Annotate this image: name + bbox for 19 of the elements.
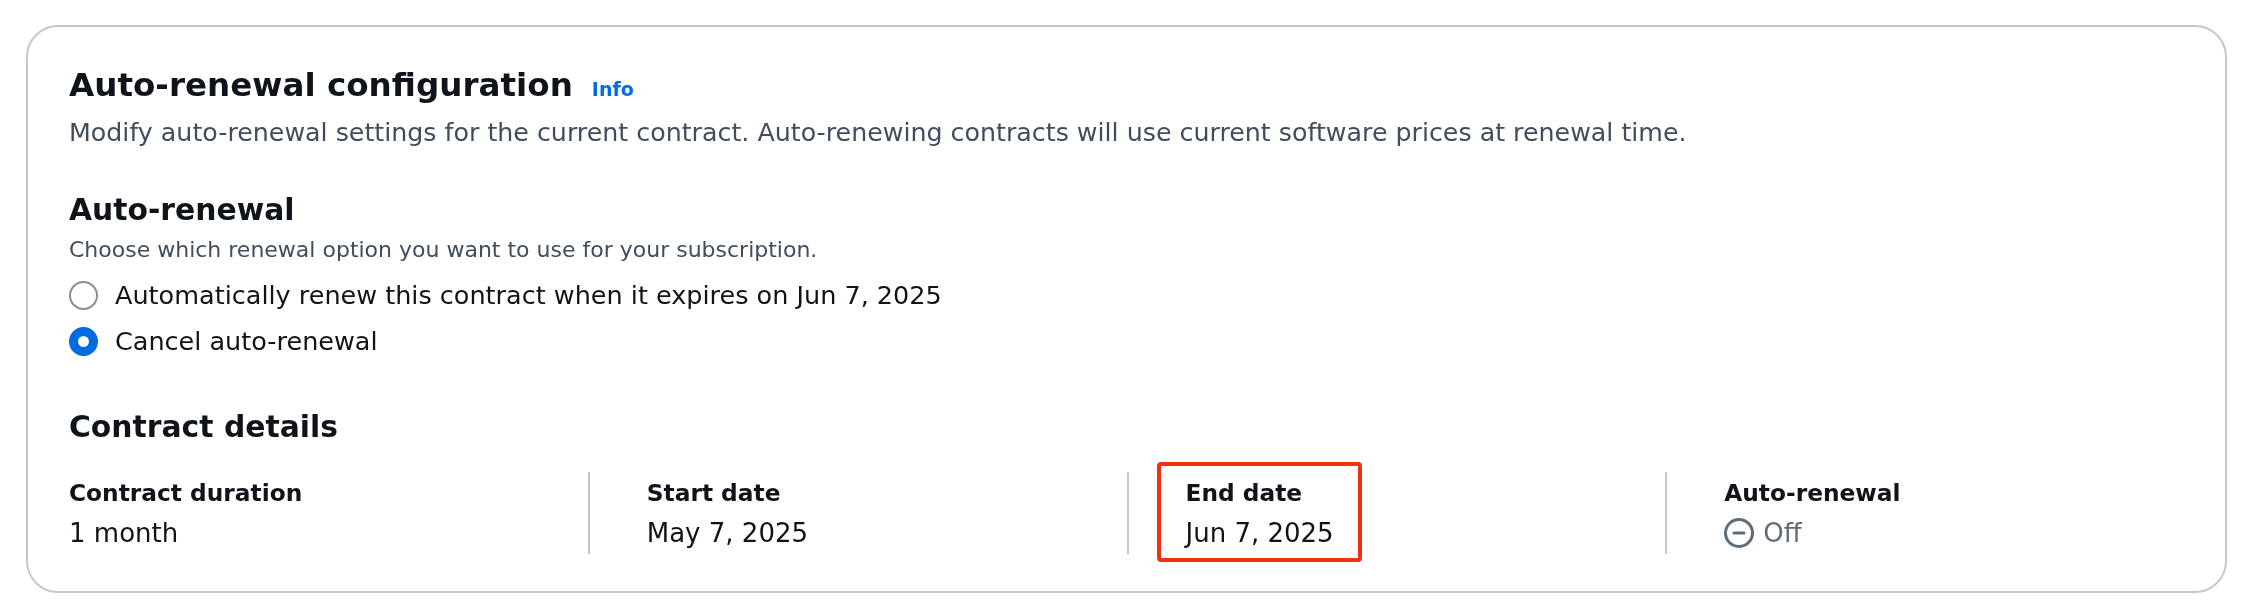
detail-label: Auto-renewal: [1724, 478, 1901, 508]
info-link[interactable]: Info: [591, 78, 634, 100]
section-description: Choose which renewal option you want to use for your subscription.: [69, 236, 819, 264]
section-title: Contract details: [69, 408, 339, 446]
container-title: Auto-renewal configuration: [69, 65, 573, 106]
section-title: Auto-renewal: [69, 191, 296, 229]
detail-value: May 7, 2025: [646, 517, 808, 549]
detail-label: Start date: [646, 478, 782, 508]
detail-label: Contract duration: [69, 478, 303, 508]
detail-value: Jun 7, 2025: [1185, 517, 1334, 549]
radio-label[interactable]: Cancel auto-renewal: [115, 325, 378, 357]
detail-label: End date: [1185, 478, 1304, 508]
radio-button[interactable]: [69, 280, 98, 310]
radio-label[interactable]: Automatically renew this contract when it expires on Jun 7, 2025: [115, 279, 942, 311]
container-description: Modify auto-renewal settings for the current contract. Auto-renewing contracts will use current software prices at renewal time.: [69, 117, 1688, 149]
status-text: Off: [1763, 517, 1802, 549]
radio-button[interactable]: [69, 326, 98, 356]
detail-value: 1 month: [69, 517, 180, 549]
minus-circle-icon: [1724, 518, 1755, 548]
